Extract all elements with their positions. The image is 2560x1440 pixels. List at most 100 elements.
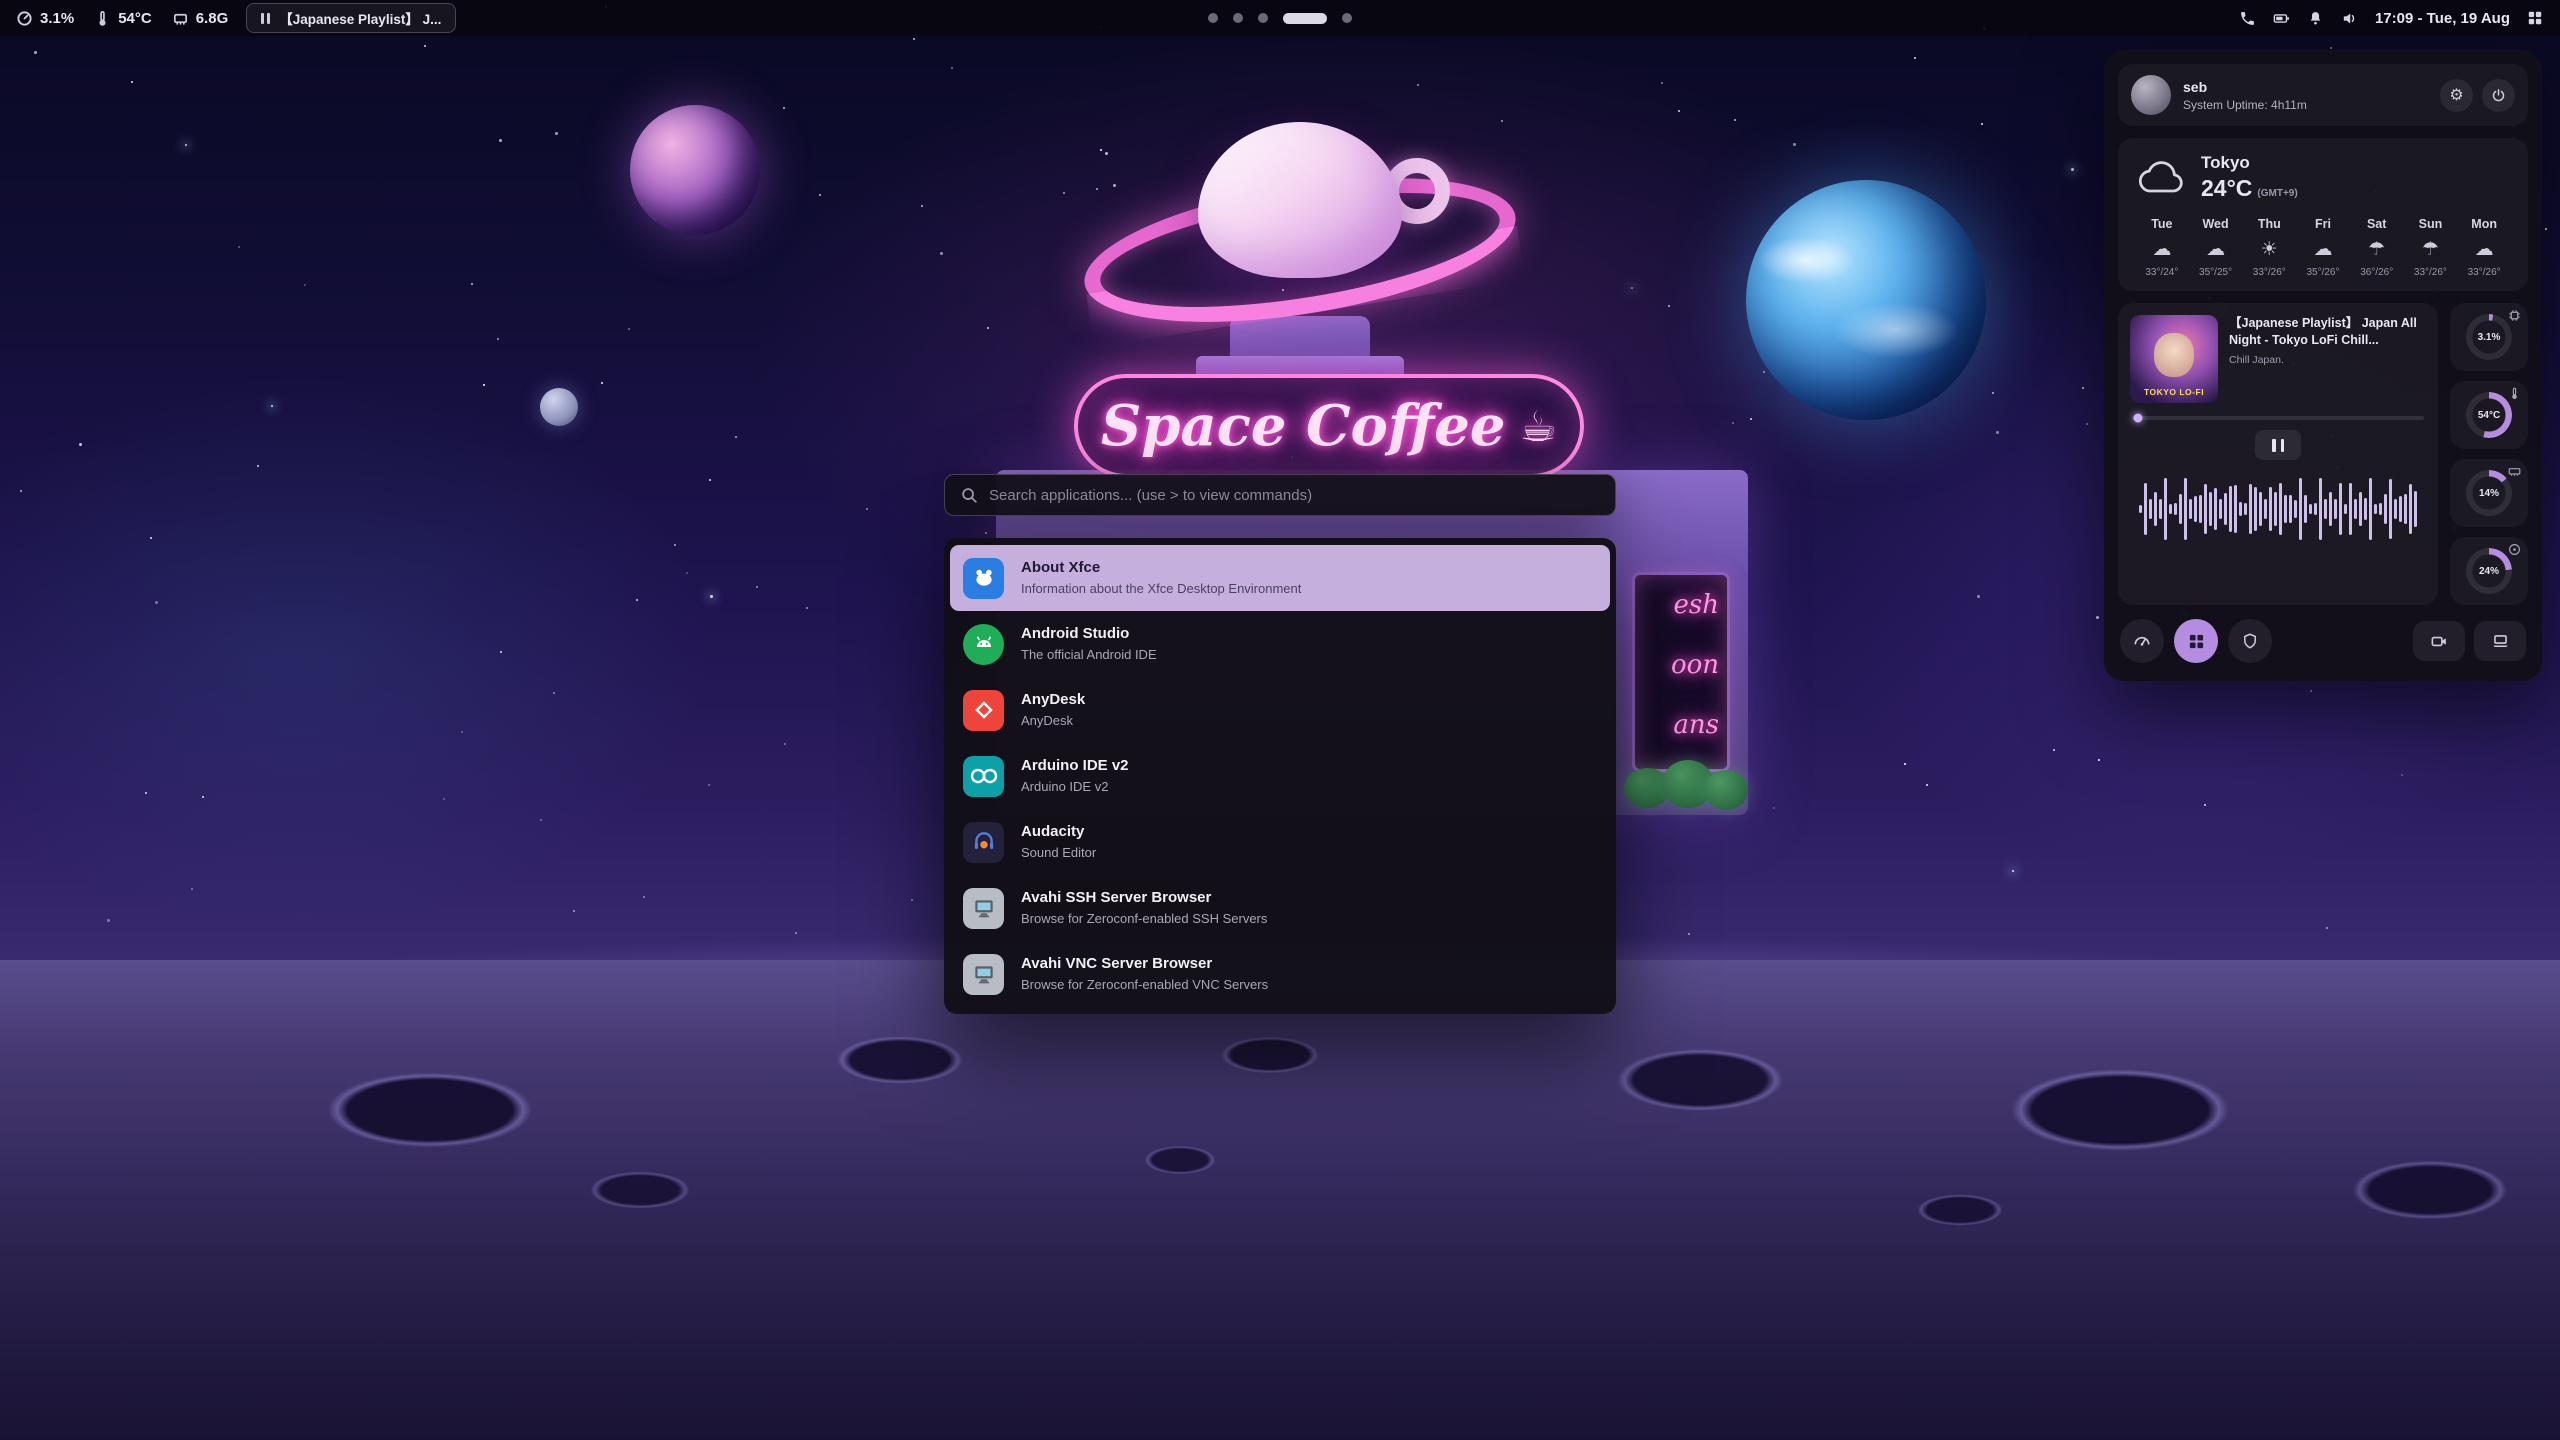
anydesk-icon [963, 690, 1004, 731]
app-desc: Information about the Xfce Desktop Envir… [1021, 581, 1301, 597]
weather-icon: ☂ [2350, 238, 2404, 261]
app-name: Android Studio [1021, 625, 1157, 644]
cpu-value: 3.1% [40, 10, 74, 27]
waveform [2130, 466, 2426, 552]
system-uptime: System Uptime: 4h11m [2183, 98, 2307, 112]
now-playing-pill[interactable]: 【Japanese Playlist】 J... [246, 3, 456, 33]
workspace-dot[interactable] [1258, 13, 1268, 23]
workspace-indicator [1208, 0, 1352, 36]
apps-grid-icon[interactable] [2527, 10, 2544, 27]
media-player-card: TOKYO LO-FI 【Japanese Playlist】 Japan Al… [2118, 303, 2438, 605]
app-item-arduino[interactable]: Arduino IDE v2 Arduino IDE v2 [950, 743, 1610, 809]
track-artist: Chill Japan. [2229, 354, 2426, 366]
bush [1704, 770, 1748, 810]
forecast-day: Mon☁33°/26° [2457, 217, 2511, 278]
performance-button[interactable] [2120, 619, 2164, 663]
gauge-value: 24% [2479, 566, 2499, 577]
album-art: TOKYO LO-FI [2130, 315, 2218, 403]
thermometer-icon [2508, 387, 2521, 400]
purple-planet [630, 105, 760, 235]
cpu-stat: 3.1% [16, 10, 74, 27]
launcher-search-bar[interactable] [944, 474, 1616, 516]
forecast-day: Tue☁33°/24° [2135, 217, 2189, 278]
disk-icon [2508, 543, 2521, 556]
video-camera-icon [2430, 632, 2449, 651]
workspace-dot[interactable] [1208, 13, 1218, 23]
arduino-icon [963, 756, 1004, 797]
forecast-day: Wed☁35°/25° [2189, 217, 2243, 278]
app-item-avahi-ssh[interactable]: Avahi SSH Server Browser Browse for Zero… [950, 875, 1610, 941]
weather-card: Tokyo 24°C (GMT+9) Tue☁33°/24° Wed☁35°/2… [2118, 138, 2528, 291]
weather-icon: ☁ [2296, 238, 2350, 261]
laptop-icon [2491, 632, 2510, 651]
app-item-android-studio[interactable]: Android Studio The official Android IDE [950, 611, 1610, 677]
sign-text: Space Coffee [1101, 393, 1506, 459]
thermometer-icon [94, 10, 111, 27]
coffee-cup-icon: ☕ [1519, 402, 1557, 451]
gauge-value: 54°C [2478, 410, 2500, 421]
temperature-gauge: 54°C [2450, 381, 2528, 449]
server-browser-icon [963, 954, 1004, 995]
window-neon-text: oon [1635, 635, 1727, 695]
workspace-dot[interactable] [1342, 13, 1352, 23]
app-item-about-xfce[interactable]: About Xfce Information about the Xfce De… [950, 545, 1610, 611]
forecast-day: Fri☁35°/26° [2296, 217, 2350, 278]
grid-icon [2188, 633, 2205, 650]
window-neon-text: ans [1635, 695, 1727, 755]
audacity-icon [963, 822, 1004, 863]
display-button[interactable] [2474, 621, 2526, 661]
app-item-audacity[interactable]: Audacity Sound Editor [950, 809, 1610, 875]
window-neon-text: esh [1635, 575, 1727, 635]
cpu-icon [16, 10, 33, 27]
disk-gauge: 24% [2450, 537, 2528, 605]
app-item-avahi-vnc[interactable]: Avahi VNC Server Browser Browse for Zero… [950, 941, 1610, 1007]
memory-icon [172, 10, 189, 27]
power-icon [2491, 88, 2506, 103]
temp-stat: 54°C [94, 10, 152, 27]
search-input[interactable] [989, 487, 1600, 504]
pause-button[interactable] [2255, 430, 2301, 460]
app-name: AnyDesk [1021, 691, 1085, 710]
weather-city: Tokyo [2201, 153, 2298, 173]
memory-stat: 6.8G [172, 10, 229, 27]
memory-value: 6.8G [196, 10, 229, 27]
android-studio-icon [963, 624, 1004, 665]
track-title: 【Japanese Playlist】 Japan All Night - To… [2229, 315, 2426, 349]
battery-icon[interactable] [2273, 10, 2290, 27]
screen-record-button[interactable] [2413, 621, 2465, 661]
album-art-character [2154, 333, 2194, 377]
gear-icon: ⚙ [2449, 85, 2463, 105]
widgets-button[interactable] [2174, 619, 2218, 663]
phone-icon[interactable] [2239, 10, 2256, 27]
now-playing-text: 【Japanese Playlist】 J... [279, 8, 441, 28]
volume-icon[interactable] [2341, 10, 2358, 27]
pause-icon [261, 13, 270, 24]
notifications-bell-icon[interactable] [2307, 10, 2324, 27]
power-button[interactable] [2482, 79, 2515, 112]
app-item-anydesk[interactable]: AnyDesk AnyDesk [950, 677, 1610, 743]
xfce-mouse-icon [963, 558, 1004, 599]
workspace-dot-active[interactable] [1283, 13, 1327, 24]
topbar-right: 17:09 - Tue, 19 Aug [2239, 10, 2544, 27]
cloud-icon [2135, 161, 2187, 195]
weather-forecast: Tue☁33°/24° Wed☁35°/25° Thu☀33°/26° Fri☁… [2135, 217, 2511, 278]
clock[interactable]: 17:09 - Tue, 19 Aug [2375, 10, 2510, 27]
shield-button[interactable] [2228, 619, 2272, 663]
app-name: Avahi VNC Server Browser [1021, 955, 1268, 974]
gauge-value: 3.1% [2478, 332, 2501, 343]
app-launcher: About Xfce Information about the Xfce De… [944, 474, 1616, 1014]
settings-button[interactable]: ⚙ [2440, 79, 2473, 112]
app-desc: Browse for Zeroconf-enabled VNC Servers [1021, 977, 1268, 993]
search-icon [960, 486, 978, 504]
system-stats: 3.1% 54°C 6.8G [16, 10, 228, 27]
weather-temp: 24°C [2201, 175, 2252, 202]
progress-handle[interactable] [2133, 414, 2142, 423]
workspace-dot[interactable] [1233, 13, 1243, 23]
memory-gauge: 14% [2450, 459, 2528, 527]
quick-actions-row [2118, 617, 2528, 667]
small-moon [540, 388, 578, 426]
cpu-gauge: 3.1% [2450, 303, 2528, 371]
track-progress-bar[interactable] [2132, 416, 2424, 420]
app-name: About Xfce [1021, 559, 1301, 578]
app-name: Avahi SSH Server Browser [1021, 889, 1267, 908]
